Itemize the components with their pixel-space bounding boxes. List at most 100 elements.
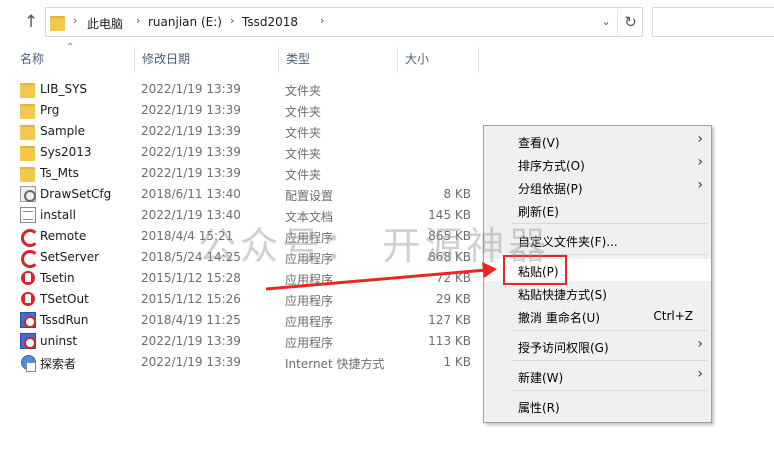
chevron-down-icon[interactable]: ⌄ <box>598 15 614 28</box>
file-date: 2022/1/19 13:39 <box>141 355 241 369</box>
column-type[interactable]: 类型 <box>278 44 396 74</box>
file-name: DrawSetCfg <box>40 187 112 201</box>
chevron-right-icon[interactable]: › <box>136 14 140 27</box>
file-date: 2022/1/19 13:39 <box>141 82 241 96</box>
menu-item-group[interactable]: 分组依据(P) › <box>484 176 711 198</box>
file-date: 2022/1/19 13:39 <box>141 124 241 138</box>
file-size: 8 KB <box>443 187 471 201</box>
menu-item-label: 查看(V) <box>518 136 560 150</box>
file-name: Ts_Mts <box>40 166 79 180</box>
chevron-right-icon[interactable]: › <box>73 14 77 27</box>
file-name: TssdRun <box>40 313 89 327</box>
file-type: 应用程序 <box>285 273 334 287</box>
file-type: 文件夹 <box>285 126 322 140</box>
menu-item-view[interactable]: 查看(V) › <box>484 130 711 152</box>
chevron-right-icon: › <box>697 177 703 193</box>
folder-icon <box>20 165 36 182</box>
file-name: 探索者 <box>40 357 77 371</box>
file-name: Tsetin <box>40 271 75 285</box>
menu-item-label: 授予访问权限(G) <box>518 341 609 355</box>
internet-shortcut-icon <box>20 354 36 372</box>
app-red-solid-icon <box>20 270 36 286</box>
file-date: 2018/4/19 11:25 <box>141 313 241 327</box>
file-row[interactable]: Ts_Mts 2022/1/19 13:39 文件夹 <box>0 163 500 184</box>
breadcrumb-drive[interactable]: ruanjian (E:) <box>148 15 222 29</box>
chevron-right-icon: › <box>697 154 703 170</box>
refresh-icon[interactable]: ↻ <box>617 9 643 35</box>
file-type: Internet 快捷方式 <box>285 357 385 371</box>
menu-item-properties[interactable]: 属性(R) <box>484 395 711 417</box>
file-name: SetServer <box>40 250 100 264</box>
folder-icon <box>20 123 36 140</box>
file-date: 2022/1/19 13:39 <box>141 166 241 180</box>
chevron-right-icon: › <box>697 131 703 147</box>
column-size[interactable]: 大小 <box>397 44 477 74</box>
folder-icon <box>50 14 68 31</box>
menu-item-undo-rename[interactable]: 撤消 重命名(U) Ctrl+Z <box>484 305 711 327</box>
menu-item-label: 粘贴快捷方式(S) <box>518 288 607 302</box>
file-row[interactable]: Sys2013 2022/1/19 13:39 文件夹 <box>0 142 500 163</box>
menu-item-paste-shortcut[interactable]: 粘贴快捷方式(S) <box>484 282 711 304</box>
file-type: 文件夹 <box>285 105 322 119</box>
menu-item-grant-access[interactable]: 授予访问权限(G) › <box>484 335 711 357</box>
file-row[interactable]: Prg 2022/1/19 13:39 文件夹 <box>0 100 500 121</box>
file-name: Prg <box>40 103 60 117</box>
file-row[interactable]: DrawSetCfg 2018/6/11 13:40 配置设置 8 KB <box>0 184 500 205</box>
file-row[interactable]: LIB_SYS 2022/1/19 13:39 文件夹 <box>0 79 500 100</box>
file-row[interactable]: 探索者 2022/1/19 13:39 Internet 快捷方式 1 KB <box>0 352 500 373</box>
address-bar[interactable]: › 此电脑 › ruanjian (E:) › Tssd2018 › ⌄ ↻ <box>45 7 643 37</box>
app-blue-icon <box>20 312 36 328</box>
breadcrumb-this-pc[interactable]: 此电脑 <box>87 15 123 32</box>
address-bar-row: ↑ › 此电脑 › ruanjian (E:) › Tssd2018 › ⌄ ↻ <box>0 0 774 44</box>
file-name: Sys2013 <box>40 145 92 159</box>
folder-icon <box>20 81 36 98</box>
file-name: install <box>40 208 76 222</box>
menu-item-label: 分组依据(P) <box>518 182 583 196</box>
file-date: 2015/1/12 15:28 <box>141 271 241 285</box>
menu-separator <box>512 360 707 361</box>
column-divider[interactable] <box>478 47 479 73</box>
search-input[interactable] <box>652 7 774 37</box>
file-name: uninst <box>40 334 78 348</box>
file-date: 2022/1/19 13:39 <box>141 103 241 117</box>
file-name: TSetOut <box>40 292 89 306</box>
menu-item-label: 排序方式(O) <box>518 159 585 173</box>
file-row[interactable]: TSetOut 2015/1/12 15:26 应用程序 29 KB <box>0 289 500 310</box>
chevron-right-icon[interactable]: › <box>320 14 324 27</box>
file-type: 配置设置 <box>285 189 334 203</box>
file-type: 文件夹 <box>285 168 322 182</box>
column-date[interactable]: 修改日期 <box>134 44 278 74</box>
file-date: 2022/1/19 13:39 <box>141 334 241 348</box>
file-type: 文件夹 <box>285 84 322 98</box>
file-date: 2018/6/11 13:40 <box>141 187 241 201</box>
up-arrow-icon[interactable]: ↑ <box>22 12 40 32</box>
file-type: 应用程序 <box>285 315 334 329</box>
column-header: ⌃ 名称 修改日期 类型 大小 <box>0 42 774 74</box>
file-size: 72 KB <box>435 271 471 285</box>
column-name[interactable]: 名称 <box>12 44 134 74</box>
chevron-right-icon[interactable]: › <box>230 14 234 27</box>
folder-icon <box>20 102 36 119</box>
file-row[interactable]: TssdRun 2018/4/19 11:25 应用程序 127 KB <box>0 310 500 331</box>
file-row[interactable]: Tsetin 2015/1/12 15:28 应用程序 72 KB <box>0 268 500 289</box>
watermark: 公众号： 开源神器 <box>198 224 551 268</box>
breadcrumb-folder[interactable]: Tssd2018 <box>242 15 298 29</box>
file-row[interactable]: Sample 2022/1/19 13:39 文件夹 <box>0 121 500 142</box>
folder-icon <box>20 144 36 161</box>
menu-separator <box>512 390 707 391</box>
file-type: 应用程序 <box>285 336 334 350</box>
chevron-right-icon: › <box>697 366 703 382</box>
chevron-right-icon: › <box>697 336 703 352</box>
menu-item-label: 属性(R) <box>518 401 560 415</box>
config-file-icon <box>20 186 36 202</box>
app-red-icon <box>20 228 39 247</box>
app-red-icon <box>20 249 39 268</box>
menu-item-label: 撤消 重命名(U) <box>518 311 600 325</box>
file-size: 29 KB <box>435 292 471 306</box>
file-size: 113 KB <box>428 334 471 348</box>
menu-item-new[interactable]: 新建(W) › <box>484 365 711 387</box>
menu-item-sort[interactable]: 排序方式(O) › <box>484 153 711 175</box>
file-name: Sample <box>40 124 85 138</box>
file-row[interactable]: uninst 2022/1/19 13:39 应用程序 113 KB <box>0 331 500 352</box>
menu-separator <box>512 330 707 331</box>
